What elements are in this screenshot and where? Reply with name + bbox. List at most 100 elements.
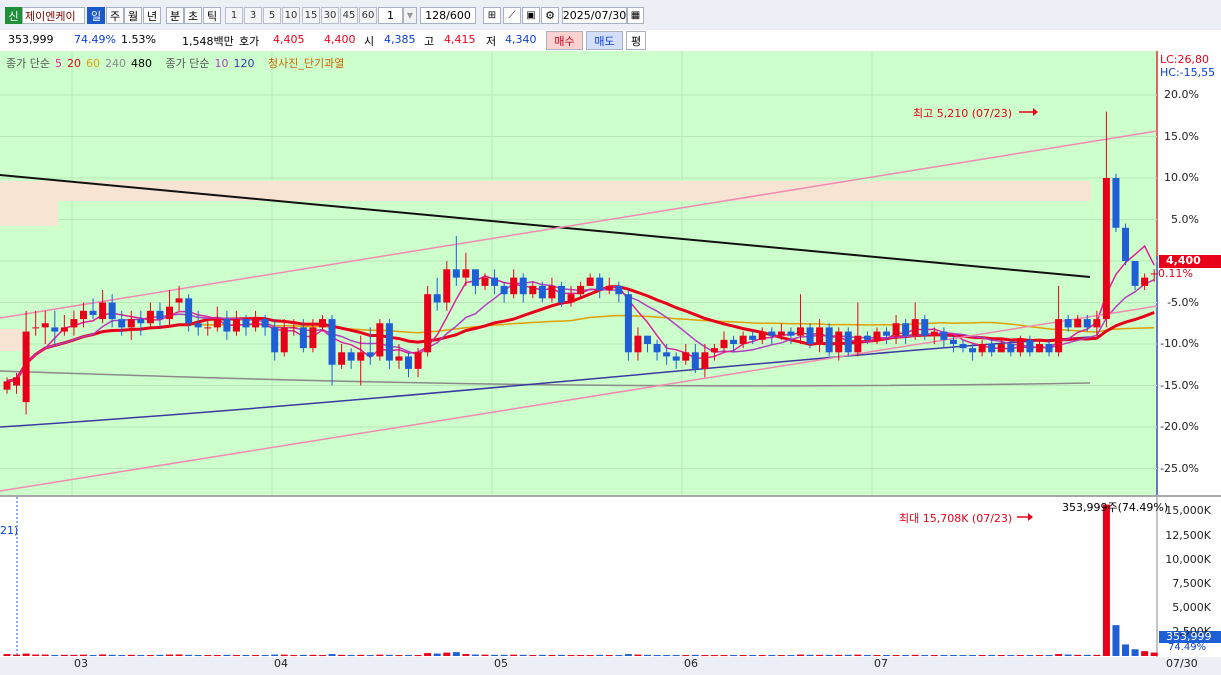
candle-body: [280, 327, 288, 353]
candle-body: [1122, 227, 1130, 261]
interval-45[interactable]: 45: [340, 7, 358, 24]
volume-bar: [615, 655, 623, 657]
volume-bar: [338, 654, 346, 656]
interval-3[interactable]: 3: [244, 7, 262, 24]
interval-5[interactable]: 5: [263, 7, 281, 24]
volume-bar: [108, 654, 116, 656]
interval-value[interactable]: 1: [378, 7, 403, 24]
candle-icon[interactable]: ⊞: [483, 7, 501, 24]
period-2[interactable]: 월: [124, 7, 142, 24]
period-5[interactable]: 초: [184, 7, 202, 24]
candle-body: [471, 269, 479, 286]
bar-count[interactable]: 128/600: [420, 7, 476, 24]
candle-body: [1131, 261, 1139, 286]
chevron-down-icon[interactable]: ▼: [403, 7, 417, 24]
month-label: 04: [274, 657, 288, 670]
period-1[interactable]: 주: [106, 7, 124, 24]
volume-bar: [271, 654, 279, 656]
buy-button[interactable]: 매수: [546, 31, 583, 50]
volume-bar: [883, 655, 891, 657]
stock-name-input[interactable]: 제이엔케이: [22, 7, 85, 24]
volume-tick: 5,000K: [1172, 600, 1211, 614]
candle-body: [701, 352, 709, 369]
candle-body: [653, 344, 661, 353]
volume-bar: [213, 655, 221, 657]
save-icon[interactable]: ▣: [522, 7, 540, 24]
volume-bar: [22, 653, 30, 656]
interval-30[interactable]: 30: [321, 7, 339, 24]
volume-bar: [1045, 655, 1053, 657]
price-tick: -5.0%: [1167, 295, 1199, 309]
volume-bar: [51, 655, 59, 657]
candle-body: [433, 294, 441, 303]
candle-body: [1064, 319, 1072, 328]
candle-body: [682, 352, 690, 361]
candle-body: [118, 319, 126, 328]
volume-bar: [357, 654, 365, 656]
volume-bar: [89, 655, 97, 657]
candle-body: [252, 319, 260, 328]
current-price: 4,400: [1166, 254, 1201, 267]
volume-bar: [548, 655, 556, 657]
period-0[interactable]: 일: [87, 7, 105, 24]
candle-body: [22, 331, 30, 403]
candle-body: [108, 302, 116, 320]
credit-flag: 신: [5, 7, 22, 24]
volume-bar: [1150, 652, 1158, 656]
price-tick: -15.0%: [1160, 378, 1199, 392]
period-3[interactable]: 년: [143, 7, 161, 24]
interval-1[interactable]: 1: [225, 7, 243, 24]
line-tool-icon[interactable]: ⟋: [503, 7, 521, 24]
candle-body: [1150, 273, 1158, 275]
candle-body: [70, 319, 78, 328]
indicator-legend: 종가 단순 5 20 60 240 480 종가 단순 10 120 청사진_단기과열: [6, 55, 349, 71]
interval-60[interactable]: 60: [359, 7, 377, 24]
legend-period-60: 60: [85, 57, 100, 70]
candle-body: [1045, 344, 1053, 353]
volume-summary: 353,999주(74.49%): [1062, 501, 1169, 514]
candle-body: [624, 294, 632, 353]
open-label: 시: [364, 35, 375, 48]
candle-body: [146, 310, 154, 324]
sell-button[interactable]: 매도: [586, 31, 623, 50]
candle-body: [634, 335, 642, 353]
volume-bar: [1122, 644, 1130, 656]
volume-bar: [318, 655, 326, 657]
candle-body: [1112, 178, 1120, 228]
date-input[interactable]: 2025/07/30: [562, 7, 627, 24]
candle-body: [1026, 339, 1034, 353]
candle-body: [644, 335, 652, 344]
eval-button[interactable]: 평: [626, 31, 646, 50]
candle-body: [1093, 319, 1101, 328]
volume-bar: [863, 655, 871, 657]
volume-bar: [577, 655, 585, 657]
gear-icon[interactable]: ⚙: [541, 7, 559, 24]
volume-bar: [424, 653, 432, 656]
volume-bar: [347, 655, 355, 657]
volume-bar: [1016, 655, 1024, 657]
lc-label: LC:26,80: [1160, 53, 1210, 66]
period-6[interactable]: 틱: [203, 7, 221, 24]
volume-bar: [796, 654, 804, 656]
hc-label: HC:-15,55: [1160, 66, 1216, 79]
ma2-label: 종가 단순: [165, 57, 210, 70]
price-tick: -25.0%: [1160, 461, 1199, 475]
candle-body: [844, 331, 852, 353]
chart-area[interactable]: [0, 51, 1221, 675]
candle-body: [376, 323, 384, 357]
volume-bar: [204, 655, 212, 657]
interval-15[interactable]: 15: [302, 7, 320, 24]
candle-body: [519, 277, 527, 295]
volume-bar: [500, 654, 508, 656]
candle-body: [605, 285, 613, 291]
calendar-icon[interactable]: ▦: [627, 7, 644, 24]
candle-body: [357, 352, 365, 361]
candle-body: [166, 306, 174, 320]
volume-bar: [242, 655, 250, 657]
candle-body: [777, 331, 785, 336]
period-4[interactable]: 분: [166, 7, 184, 24]
volume-bar: [1131, 649, 1139, 656]
volume-bar: [596, 654, 604, 656]
interval-10[interactable]: 10: [282, 7, 300, 24]
volume-bar: [1083, 654, 1091, 656]
